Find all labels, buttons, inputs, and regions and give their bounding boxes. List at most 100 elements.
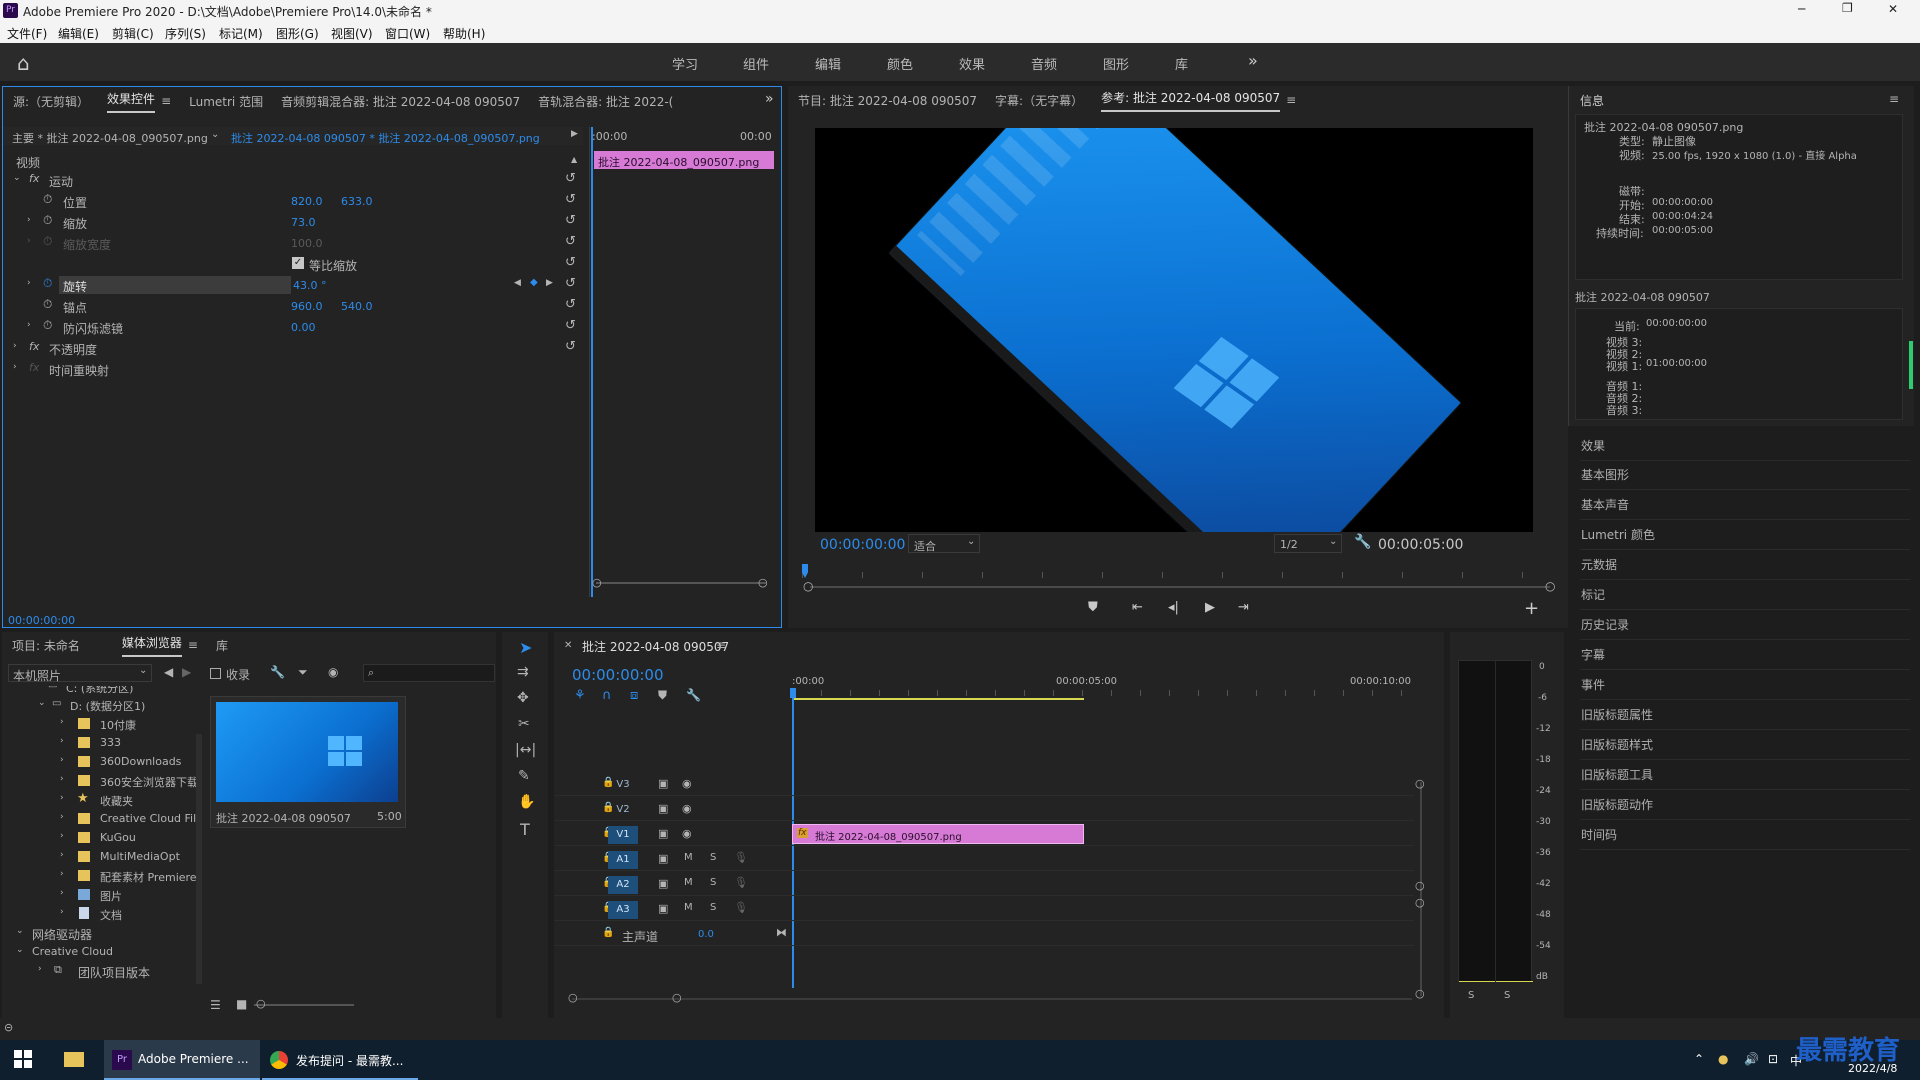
scroll-handle-icon[interactable]: ○ xyxy=(672,991,682,1004)
sidebar-item-timecode[interactable]: 时间码 xyxy=(1580,821,1910,850)
play-only-icon[interactable]: ▶ xyxy=(571,129,578,139)
home-icon[interactable]: ⌂ xyxy=(17,51,30,75)
tree-row-folder[interactable]: › Creative Cloud Files xyxy=(8,810,198,828)
expand-icon[interactable]: › xyxy=(27,320,31,330)
prop-value[interactable]: 73.0 xyxy=(291,216,316,229)
prop-value[interactable]: 0.00 xyxy=(291,321,316,334)
expand-icon[interactable]: › xyxy=(60,717,64,727)
location-dropdown[interactable]: 本机照片 ⌄ xyxy=(8,664,152,683)
add-keyframe-icon[interactable]: ◆ xyxy=(530,277,538,288)
chevron-down-icon[interactable]: ⌄ xyxy=(211,129,219,140)
sidebar-item-legacy-title-actions[interactable]: 旧版标题动作 xyxy=(1580,791,1910,820)
stopwatch-icon[interactable]: ⏱ xyxy=(43,297,52,312)
sidebar-item-metadata[interactable]: 元数据 xyxy=(1580,551,1910,580)
expand-icon[interactable]: › xyxy=(38,964,42,974)
tree-row-folder[interactable]: › 360安全浏览器下载 xyxy=(8,772,198,790)
menu-sequence[interactable]: 序列(S) xyxy=(165,25,206,42)
sidebar-item-history[interactable]: 历史记录 xyxy=(1580,611,1910,640)
prop-value[interactable]: 43.0 ° xyxy=(293,279,327,292)
play-icon[interactable]: ▶ xyxy=(1205,600,1215,615)
track-tag[interactable]: A3 xyxy=(608,901,638,919)
sidebar-item-legacy-title-properties[interactable]: 旧版标题属性 xyxy=(1580,701,1910,730)
track-tag[interactable]: V1 xyxy=(608,826,638,844)
scroll-handle-icon[interactable]: ○ xyxy=(592,576,602,589)
info-scrollbar-thumb[interactable] xyxy=(1909,341,1913,389)
tab-audio-clip-mixer[interactable]: 音频剪辑混合器: 批注 2022-04-08 090507 xyxy=(281,93,520,110)
sidebar-item-markers[interactable]: 标记 xyxy=(1580,581,1910,610)
search-input[interactable]: ⌕ xyxy=(363,664,495,682)
workspace-assembly[interactable]: 组件 xyxy=(743,54,769,73)
timeline-clip[interactable]: fx 批注 2022-04-08_090507.png xyxy=(792,824,1084,844)
workspace-learn[interactable]: 学习 xyxy=(672,54,698,73)
taskbar-item-premiere[interactable]: Pr Adobe Premiere ... xyxy=(104,1040,260,1080)
filter-icon[interactable]: ⏷ xyxy=(298,665,308,680)
step-forward-icon[interactable]: ⇥ xyxy=(1238,600,1249,615)
expand-icon[interactable]: ⌄ xyxy=(13,173,21,183)
solo-icon[interactable]: S xyxy=(710,902,716,913)
work-area-bar[interactable] xyxy=(792,698,1084,700)
ingest-checkbox[interactable] xyxy=(210,668,221,679)
go-to-end-icon[interactable]: ⧓ xyxy=(776,926,787,939)
sync-lock-icon[interactable]: ▣ xyxy=(658,827,668,840)
sidebar-item-lumetri-color[interactable]: Lumetri 颜色 xyxy=(1580,521,1910,550)
reset-icon[interactable]: ↺ xyxy=(565,234,576,249)
expand-icon[interactable]: › xyxy=(27,215,31,225)
tab-libraries[interactable]: 库 xyxy=(216,637,228,654)
prev-keyframe-icon[interactable]: ◀ xyxy=(514,278,521,288)
menu-view[interactable]: 视图(V) xyxy=(331,25,373,42)
taskbar-item-chrome[interactable]: 发布提问 - 最需教... xyxy=(262,1040,418,1080)
expand-icon[interactable]: › xyxy=(60,812,64,822)
reset-icon[interactable]: ↺ xyxy=(565,213,576,228)
prop-value-y[interactable]: 540.0 xyxy=(341,300,373,313)
microphone-icon[interactable]: 🎙 xyxy=(734,876,748,889)
icon-view-icon[interactable]: ■ xyxy=(236,997,247,1011)
expand-icon[interactable]: › xyxy=(60,831,64,841)
wrench-icon[interactable]: 🔧 xyxy=(686,688,701,702)
fit-dropdown[interactable]: 适合 ⌄ xyxy=(908,534,980,553)
menu-help[interactable]: 帮助(H) xyxy=(443,25,485,42)
prop-value-y[interactable]: 633.0 xyxy=(341,195,373,208)
resolution-dropdown[interactable]: 1/2 ⌄ xyxy=(1274,534,1342,553)
sync-lock-icon[interactable]: ▣ xyxy=(658,802,668,815)
microphone-icon[interactable]: 🎙 xyxy=(734,901,748,914)
workspace-color[interactable]: 颜色 xyxy=(887,54,913,73)
volume-icon[interactable]: 🔊 xyxy=(1744,1052,1759,1066)
expand-icon[interactable]: › xyxy=(60,850,64,860)
tab-project[interactable]: 项目: 未命名 xyxy=(12,637,80,654)
menu-graphics[interactable]: 图形(G) xyxy=(276,25,319,42)
menu-clip[interactable]: 剪辑(C) xyxy=(112,25,154,42)
pen-tool-icon[interactable]: ✎ xyxy=(518,768,530,784)
lock-icon[interactable]: 🔒 xyxy=(602,927,614,938)
sidebar-item-captions[interactable]: 字幕 xyxy=(1580,641,1910,670)
stopwatch-icon[interactable]: ⏱ xyxy=(43,318,52,333)
add-marker-icon[interactable]: ⛊ xyxy=(658,688,667,703)
expand-icon[interactable]: › xyxy=(60,869,64,879)
panel-overflow-icon[interactable]: » xyxy=(765,91,774,107)
tree-row-folder[interactable]: › 360Downloads xyxy=(8,753,198,771)
tree-row-section[interactable]: ⌄ Creative Cloud xyxy=(8,943,198,961)
selection-tool-icon[interactable]: ➤ xyxy=(519,638,532,657)
step-back-icon[interactable]: ◂| xyxy=(1168,600,1179,615)
magnet-icon[interactable]: ∩ xyxy=(602,688,612,703)
go-to-in-icon[interactable]: ⇤ xyxy=(1132,600,1143,615)
tab-source[interactable]: 源:（无剪辑） xyxy=(13,93,89,110)
microphone-icon[interactable]: 🎙 xyxy=(734,851,748,864)
close-button[interactable]: ✕ xyxy=(1888,2,1898,16)
workspace-audio[interactable]: 音频 xyxy=(1031,54,1057,73)
close-tab-icon[interactable]: ✕ xyxy=(564,640,572,651)
uniform-scale-checkbox[interactable]: ✓ xyxy=(292,257,304,269)
fx-time-remap-row[interactable]: › fx 时间重映射 xyxy=(3,360,583,378)
timeline-timecode[interactable]: 00:00:00:00 xyxy=(572,666,664,684)
sync-lock-icon[interactable]: ▣ xyxy=(658,902,668,915)
ec-clip-bar[interactable]: 批注 2022-04-08_090507.png xyxy=(594,151,774,169)
expand-icon[interactable]: › xyxy=(60,736,64,746)
reset-icon[interactable]: ↺ xyxy=(565,192,576,207)
tree-row-favorites[interactable]: › ★ 收藏夹 xyxy=(8,791,198,809)
reset-icon[interactable]: ↺ xyxy=(565,339,576,354)
menu-file[interactable]: 文件(F) xyxy=(7,25,47,42)
expand-icon[interactable]: › xyxy=(60,774,64,784)
sync-lock-icon[interactable]: ▣ xyxy=(658,777,668,790)
snap-icon[interactable]: ⚘ xyxy=(574,688,586,703)
tree-row-folder[interactable]: › 10付康 xyxy=(8,715,198,733)
scroll-handle-icon[interactable]: ○ xyxy=(1415,777,1425,790)
